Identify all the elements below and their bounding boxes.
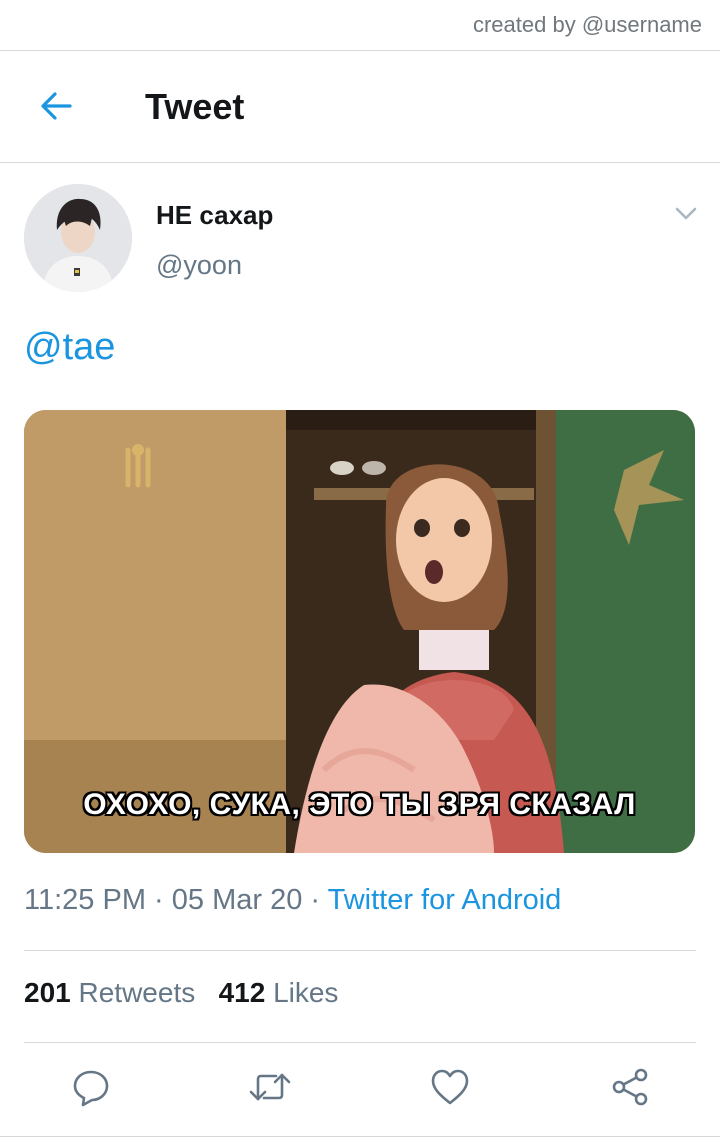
like-button[interactable]: [428, 1065, 472, 1109]
page-title: Tweet: [145, 86, 245, 127]
share-button[interactable]: [608, 1065, 652, 1109]
media-image: [24, 410, 695, 853]
meta-separator: ·: [302, 884, 328, 916]
reply-button[interactable]: [69, 1065, 113, 1109]
divider: [0, 1136, 720, 1137]
chevron-down-icon: [675, 207, 697, 220]
tweet-actions-bar: [0, 1045, 720, 1135]
share-icon: [612, 1068, 648, 1106]
retweets-stat[interactable]: 201 Retweets: [24, 977, 195, 1008]
likes-count: 412: [218, 977, 266, 1008]
tweet-time: 11:25 PM: [24, 884, 146, 916]
arrow-left-icon: [41, 92, 72, 120]
tweet-text-mention[interactable]: @tae: [24, 326, 115, 369]
top-bar: Tweet: [0, 50, 720, 163]
retweet-icon: [249, 1073, 291, 1101]
meta-separator: ·: [145, 884, 172, 916]
reply-icon: [73, 1070, 109, 1107]
tweet-date: 05 Mar 20: [171, 884, 303, 916]
likes-stat[interactable]: 412 Likes: [219, 977, 339, 1008]
avatar-image: [24, 184, 132, 292]
tweet-menu-button[interactable]: [672, 200, 700, 228]
tweet-media[interactable]: ОХОХО, СУКА, ЭТО ТЫ ЗРЯ СКАЗАЛ: [24, 410, 695, 853]
tweet-stats: 201 Retweets 412 Likes: [24, 977, 338, 1009]
like-icon: [431, 1069, 469, 1105]
author-handle[interactable]: @yoon: [156, 250, 242, 281]
watermark-text: created by @username: [472, 12, 702, 37]
avatar[interactable]: [24, 184, 132, 292]
retweets-label: Retweets: [78, 977, 196, 1008]
back-button[interactable]: [34, 84, 78, 128]
divider: [24, 1042, 696, 1043]
tweet-source-link[interactable]: Twitter for Android: [328, 884, 562, 916]
likes-label: Likes: [273, 977, 339, 1008]
divider: [24, 950, 696, 951]
author-display-name[interactable]: НЕ сахар: [156, 200, 273, 231]
retweet-button[interactable]: [248, 1065, 292, 1109]
retweets-count: 201: [24, 977, 71, 1008]
tweet-meta: 11:25 PM · 05 Mar 20 · Twitter for Andro…: [24, 884, 561, 917]
watermark-bar: created by @username: [0, 0, 720, 51]
